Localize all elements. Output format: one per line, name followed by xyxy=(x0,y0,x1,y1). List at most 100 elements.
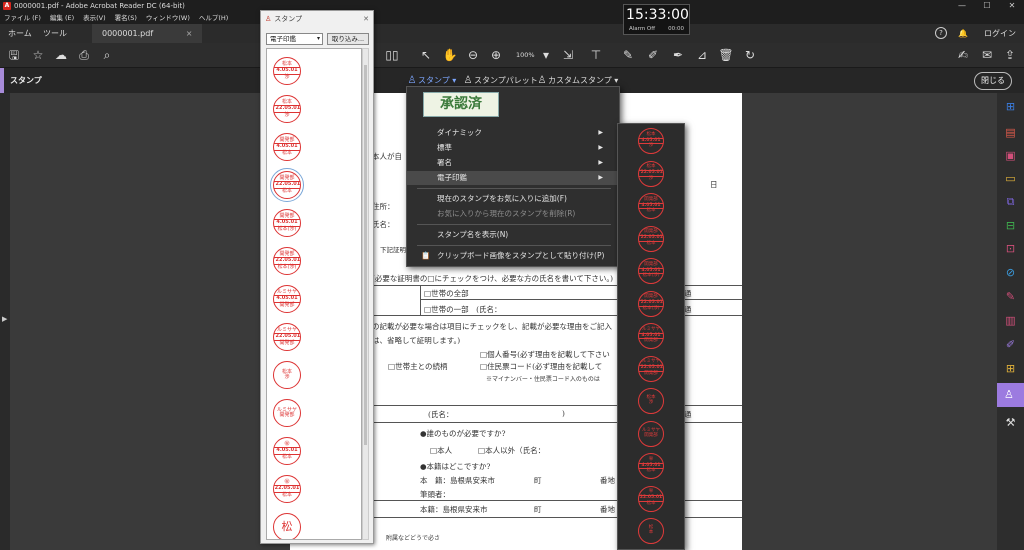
zoom-out-icon[interactable]: ⊖ xyxy=(465,47,481,63)
menu-view[interactable]: 表示(V) xyxy=(83,12,106,24)
menu-item-standard[interactable]: 標準 ▶ xyxy=(407,141,619,155)
protect-icon[interactable]: ⊡ xyxy=(1003,241,1018,256)
comment-icon[interactable]: ✎ xyxy=(620,47,636,63)
seal-stamp[interactable]: ルミサヤ 開発部 xyxy=(273,399,301,427)
seal-stamp[interactable]: 開発部 '22.05.01 松本 xyxy=(638,225,664,252)
seal-stamp[interactable]: 松本渉 xyxy=(638,388,664,414)
minimize-icon[interactable]: — xyxy=(950,0,974,12)
category-select[interactable]: 電子印鑑 ▾ xyxy=(266,33,323,45)
menu-file[interactable]: ファイル (F) xyxy=(4,12,41,24)
prepare-form-icon[interactable]: ▥ xyxy=(1003,313,1018,328)
zoom-in-icon[interactable]: ⊕ xyxy=(488,47,504,63)
close-window-icon[interactable]: ✕ xyxy=(1000,0,1024,12)
seal-stamp[interactable]: 開発部 4.05.01 松本 xyxy=(638,193,664,219)
print-icon[interactable]: ⎙ xyxy=(76,47,92,63)
create-pdf-icon[interactable]: ⊞ xyxy=(1003,99,1018,114)
close-palette-icon[interactable]: ✕ xyxy=(363,11,369,27)
upload-cloud-icon[interactable]: ☁ xyxy=(53,47,69,63)
import-button[interactable]: 取り込み... xyxy=(327,33,369,45)
maximize-icon[interactable]: ☐ xyxy=(975,0,999,12)
seal-stamp[interactable]: ルミサヤ '22.05.01 開発部 xyxy=(273,323,301,351)
stamp-tool-icon[interactable]: ⊿ xyxy=(694,47,710,63)
seal-stamp[interactable]: 開発部 '22.05.01 松本(渉) xyxy=(638,290,664,317)
draw-icon[interactable]: ✒ xyxy=(670,47,686,63)
redact-icon[interactable]: ✐ xyxy=(1003,337,1018,352)
seal-stamp[interactable]: 開発部 4.05.01 松本(渉) xyxy=(273,209,301,237)
help-icon[interactable]: ? xyxy=(935,27,947,39)
compress-icon[interactable]: ⊘ xyxy=(1003,265,1018,280)
seal-stamp[interactable]: 松 xyxy=(273,513,301,539)
tab-home[interactable]: ホーム xyxy=(8,24,32,43)
seal-stamp[interactable]: 開発部 '22.05.01 松本 xyxy=(270,168,304,202)
menu-help[interactable]: ヘルプ(H) xyxy=(199,12,228,24)
sign-icon[interactable]: ✍ xyxy=(955,47,971,63)
stamp-palette-panel[interactable]: ♙ スタンプ ✕ 電子印鑑 ▾ 取り込み... 松本 4.05.01 渉松本 '22.0… xyxy=(260,10,374,544)
expand-left-panel-icon[interactable]: ▶ xyxy=(2,315,7,323)
share-icon[interactable]: ⇪ xyxy=(1002,47,1018,63)
scrollbar-thumb[interactable] xyxy=(364,65,367,445)
seal-stamp[interactable]: ルミサヤ 開発部 xyxy=(638,420,664,447)
zoom-dropdown-icon[interactable]: ▾ xyxy=(538,47,554,63)
seal-stamp[interactable]: 松本 4.05.01 渉 xyxy=(273,57,301,85)
more-tools-icon[interactable]: ⚒ xyxy=(1003,415,1018,430)
seal-stamp[interactable]: ㊙ 4.05.01 松本 xyxy=(273,437,301,465)
menu-item-paste-clipboard[interactable]: 📋 クリップボード画像をスタンプとして貼り付け(P) xyxy=(407,249,619,263)
seal-stamp[interactable]: ルミサヤ '22.05.01 開発部 xyxy=(638,355,664,382)
stamp-tool-active[interactable]: ♙ xyxy=(997,383,1024,407)
menu-window[interactable]: ウィンドウ(W) xyxy=(146,12,190,24)
menu-item-add-favorite[interactable]: 現在のスタンプをお気に入りに追加(F) xyxy=(407,192,619,206)
seal-stamp[interactable]: ルミサヤ 4.05.01 開発部 xyxy=(273,285,301,313)
seal-stamp[interactable]: ㊙ 22.05.01 松本 xyxy=(273,475,301,503)
tab-close-icon[interactable]: × xyxy=(186,29,193,38)
tab-tools[interactable]: ツール xyxy=(43,24,67,43)
seal-stamp[interactable]: ㊙ 4.05.01 松本 xyxy=(638,453,664,479)
palette-header[interactable]: ♙ スタンプ ✕ xyxy=(261,11,373,27)
stamp-menu-label: スタンプ xyxy=(418,76,450,85)
edit-pdf-icon[interactable]: ▣ xyxy=(1003,148,1018,163)
menu-sign[interactable]: 署名(S) xyxy=(115,12,137,24)
export-pdf-icon[interactable]: ⊟ xyxy=(1003,218,1018,233)
bell-icon[interactable]: 🔔 xyxy=(958,27,968,41)
close-tool-button[interactable]: 閉じる xyxy=(974,72,1012,90)
seal-stamp[interactable]: 開発部 4.05.01 松本 xyxy=(273,133,301,161)
seal-stamp[interactable]: 松本 xyxy=(638,518,664,544)
email-icon[interactable]: ✉ xyxy=(979,47,995,63)
seal-stamp[interactable]: ㊙ 22.05.01 松本 xyxy=(638,485,664,512)
menu-item-digital-seal[interactable]: 電子印鑑 ▶ xyxy=(407,171,619,185)
search-icon[interactable]: ⌕ xyxy=(99,47,115,63)
signature-icon[interactable]: ✎ xyxy=(1003,289,1018,304)
recent-stamp-preview[interactable]: 承認済 xyxy=(423,92,499,117)
hand-tool-icon[interactable]: ✋ xyxy=(442,47,458,63)
zoom-level[interactable]: 100% xyxy=(516,47,535,63)
seal-stamp[interactable]: 松本 4.05.01 渉 xyxy=(638,128,664,154)
organize-pages-icon[interactable]: ▤ xyxy=(1003,125,1018,140)
menu-edit[interactable]: 編集 (E) xyxy=(50,12,74,24)
save-icon[interactable]: 🖫 xyxy=(6,47,22,63)
menu-item-dynamic[interactable]: ダイナミック ▶ xyxy=(407,126,619,140)
clock-widget[interactable]: 15:33:00 Alarm Off 00:00 xyxy=(623,4,690,35)
select-cursor-icon[interactable]: ↖ xyxy=(418,47,434,63)
seal-stamp[interactable]: 開発部 '22.05.01 松本(渉) xyxy=(273,247,301,275)
seal-bottom-text: 松本 xyxy=(646,240,656,246)
login-link[interactable]: ログイン xyxy=(984,27,1016,41)
comment-tool-icon[interactable]: ▭ xyxy=(1003,171,1018,186)
rotate-icon[interactable]: ↻ xyxy=(742,47,758,63)
delete-icon[interactable]: 🗑 xyxy=(718,47,734,63)
tab-document[interactable]: 0000001.pdf × xyxy=(92,24,203,43)
seal-stamp[interactable]: ルミサヤ 4.05.01 開発部 xyxy=(638,323,664,349)
bookmark-star-icon[interactable]: ☆ xyxy=(30,47,46,63)
palette-stamp-list[interactable]: 松本 4.05.01 渉松本 '22.05.01 渉開発部 4.05.01 松本 開発部 '22… xyxy=(266,48,362,540)
scroll-mode-icon[interactable]: ⊤ xyxy=(588,47,604,63)
seal-stamp[interactable]: 開発部 4.05.01 松本(渉) xyxy=(638,258,664,284)
scan-icon[interactable]: ⊞ xyxy=(1003,361,1018,376)
seal-stamp[interactable]: 松本 '22.05.01 渉 xyxy=(638,160,664,187)
highlight-pen-icon[interactable]: ✐ xyxy=(645,47,661,63)
palette-scrollbar[interactable] xyxy=(362,48,369,540)
seal-stamp[interactable]: 松本 '22.05.01 渉 xyxy=(273,95,301,123)
page-view-icon[interactable]: ▯▯ xyxy=(384,47,400,63)
menu-item-show-names[interactable]: スタンプ名を表示(N) xyxy=(407,228,619,242)
fit-page-icon[interactable]: ⇲ xyxy=(560,47,576,63)
fill-sign-icon[interactable]: ⧉ xyxy=(1003,194,1018,209)
menu-item-signature[interactable]: 署名 ▶ xyxy=(407,156,619,170)
seal-stamp[interactable]: 松本渉 xyxy=(273,361,301,389)
